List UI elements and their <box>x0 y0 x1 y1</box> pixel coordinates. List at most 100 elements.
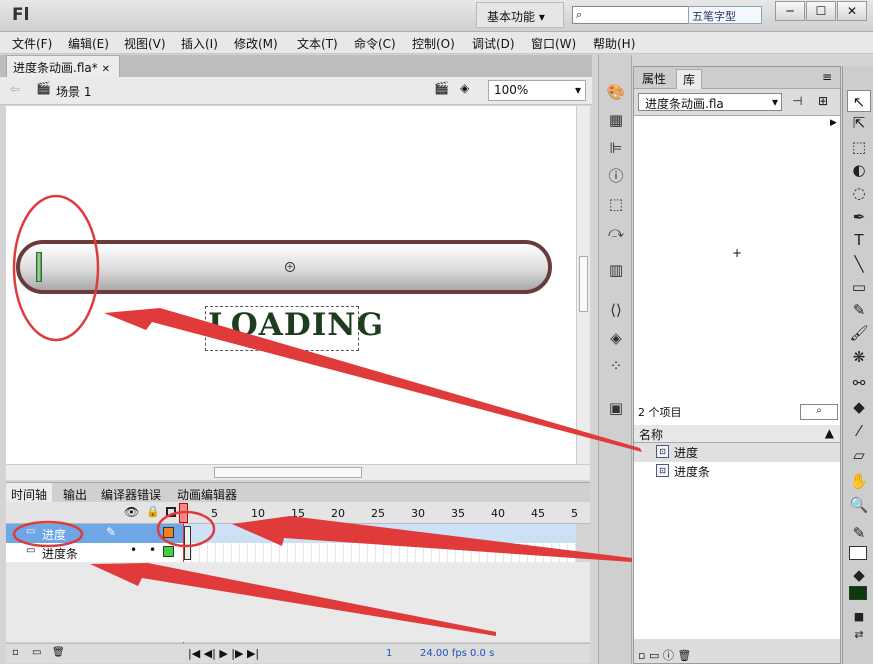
pen-tool-icon[interactable]: ✒ <box>847 206 871 228</box>
delete-icon[interactable]: 🗑 <box>52 647 65 658</box>
library-panel: 属性 库 ≡ 进度条动画.fla ▾ ⊣ ⊞ + ▶ 2 个项目 ⌕ 名称 ▲ ⊡ 进… <box>633 66 841 664</box>
lasso-tool-icon[interactable]: ◌ <box>847 182 871 204</box>
edit-scene-icon[interactable]: 🎬 <box>434 81 449 95</box>
components-icon[interactable]: ◈ <box>604 327 628 349</box>
deco-tool-icon[interactable]: ❋ <box>847 346 871 368</box>
history-icon[interactable]: ⤼ <box>604 221 628 243</box>
playback-controls[interactable]: |◀ ◀| ▶ |▶ ▶| <box>188 647 259 660</box>
layer-color-swatch[interactable] <box>163 546 174 557</box>
sort-icon[interactable]: ▲ <box>825 426 834 440</box>
keyframe[interactable] <box>184 526 191 560</box>
swap-colors-icon[interactable]: ⇄ <box>847 624 871 646</box>
loading-text: LOADING <box>208 307 385 343</box>
visible-dot-icon[interactable]: • <box>130 543 137 557</box>
frame-grid[interactable] <box>184 524 576 562</box>
play-icon[interactable]: ▶ <box>830 118 837 128</box>
rectangle-tool-icon[interactable]: ▭ <box>847 276 871 298</box>
tab-motion-editor[interactable]: 动画编辑器 <box>172 483 242 503</box>
edit-symbol-icon[interactable]: ◈ <box>460 81 469 95</box>
fill-color-icon[interactable]: ◆ <box>847 564 871 586</box>
library-footer-icons[interactable]: ▫ ▭ ⓘ 🗑 <box>638 647 691 663</box>
tab-library[interactable]: 库 <box>676 69 703 89</box>
zoom-select[interactable]: 100% ▾ <box>488 80 586 101</box>
tab-properties[interactable]: 属性 <box>636 69 672 89</box>
menu-commands[interactable]: 命令(C) <box>354 35 396 52</box>
workspace-dropdown[interactable]: 基本功能 ▾ <box>476 2 564 28</box>
layer-row-progress-bar[interactable]: ▭ 进度条 • • <box>6 543 184 562</box>
selection-tool-icon[interactable]: ↖ <box>847 90 871 112</box>
new-library-icon[interactable]: ⊞ <box>818 94 828 108</box>
maximize-button[interactable]: ☐ <box>806 1 836 21</box>
search-input[interactable]: ⌕ <box>572 6 690 24</box>
menu-text[interactable]: 文本(T) <box>297 35 338 52</box>
layer-row-progress[interactable]: ▭ 进度 ✎ <box>6 524 184 543</box>
menu-debug[interactable]: 调试(D) <box>472 35 515 52</box>
horizontal-scroll-thumb[interactable] <box>214 467 362 478</box>
menu-control[interactable]: 控制(O) <box>412 35 455 52</box>
lock-dot-icon[interactable]: • <box>149 543 156 557</box>
menu-edit[interactable]: 编辑(E) <box>68 35 109 52</box>
code-snippets-icon[interactable]: ⟨⟩ <box>604 299 628 321</box>
zoom-tool-icon[interactable]: 🔍 <box>847 494 871 516</box>
hand-tool-icon[interactable]: ✋ <box>847 470 871 492</box>
motion-presets-icon[interactable]: ⁘ <box>604 355 628 377</box>
free-transform-tool-icon[interactable]: ⬚ <box>847 136 871 158</box>
progress-bar-fill[interactable] <box>36 252 42 282</box>
text-tool-icon[interactable]: T <box>847 229 871 251</box>
ime-indicator[interactable]: 五笔字型 <box>688 6 762 24</box>
playhead-handle[interactable] <box>179 503 188 523</box>
brush-tool-icon[interactable]: 🖌 <box>847 322 871 344</box>
pencil-tool-icon[interactable]: ✎ <box>847 299 871 321</box>
panel-menu-icon[interactable]: ≡ <box>822 70 832 84</box>
outline-icon[interactable] <box>166 507 176 517</box>
transform-icon[interactable]: ⬚ <box>604 193 628 215</box>
line-tool-icon[interactable]: ╲ <box>847 253 871 275</box>
fill-swatch[interactable] <box>849 586 867 600</box>
library-file-select[interactable]: 进度条动画.fla ▾ <box>638 93 782 111</box>
color-icon[interactable]: 🎨 <box>604 81 628 103</box>
stroke-color-icon[interactable]: ✎ <box>847 522 871 544</box>
progress-bar-frame[interactable] <box>16 240 552 294</box>
scene-panel-icon[interactable]: ▣ <box>604 397 628 419</box>
menu-window[interactable]: 窗口(W) <box>531 35 576 52</box>
tab-output[interactable]: 输出 <box>58 483 92 503</box>
library-item[interactable]: ⊡ 进度 <box>634 443 840 462</box>
new-layer-icon[interactable]: ▫ <box>12 647 19 658</box>
close-tab-icon[interactable]: ✕ <box>102 64 110 75</box>
swatches-icon[interactable]: ▦ <box>604 109 628 131</box>
close-button[interactable]: ✕ <box>837 1 867 21</box>
lock-icon[interactable]: 🔒 <box>146 505 160 518</box>
back-arrow-icon[interactable]: ⇦ <box>10 82 20 96</box>
library-icon[interactable]: ▥ <box>604 259 628 281</box>
tab-timeline[interactable]: 时间轴 <box>6 483 53 503</box>
minimize-button[interactable]: ─ <box>775 1 805 21</box>
new-folder-icon[interactable]: ▭ <box>32 647 41 658</box>
subselection-tool-icon[interactable]: ⇱ <box>847 112 871 134</box>
info-icon[interactable]: ⓘ <box>604 165 628 187</box>
menu-help[interactable]: 帮助(H) <box>593 35 635 52</box>
menu-file[interactable]: 文件(F) <box>12 35 52 52</box>
pin-icon[interactable]: ⊣ <box>792 94 802 108</box>
selected-layer-frames[interactable] <box>184 524 576 543</box>
tab-compiler-errors[interactable]: 编译器错误 <box>96 483 166 503</box>
menu-insert[interactable]: 插入(I) <box>181 35 218 52</box>
align-icon[interactable]: ⊫ <box>604 137 628 159</box>
paint-bucket-tool-icon[interactable]: ◆ <box>847 396 871 418</box>
vertical-scrollbar[interactable] <box>576 106 590 464</box>
layer-color-swatch[interactable] <box>163 527 174 538</box>
library-column-header[interactable]: 名称 ▲ <box>634 425 840 443</box>
library-search[interactable]: ⌕ <box>800 404 838 420</box>
eye-icon[interactable]: 👁 <box>124 505 139 519</box>
menu-modify[interactable]: 修改(M) <box>234 35 278 52</box>
workspace-label: 基本功能 <box>487 10 536 24</box>
horizontal-scrollbar[interactable] <box>6 464 590 480</box>
bone-tool-icon[interactable]: ⚯ <box>847 372 871 394</box>
3d-rotation-tool-icon[interactable]: ◐ <box>847 159 871 181</box>
library-item[interactable]: ⊡ 进度条 <box>634 462 840 481</box>
eyedropper-tool-icon[interactable]: ⁄ <box>847 420 871 442</box>
eraser-tool-icon[interactable]: ▱ <box>847 444 871 466</box>
menu-view[interactable]: 视图(V) <box>124 35 166 52</box>
stroke-swatch[interactable] <box>849 546 867 560</box>
vertical-scroll-thumb[interactable] <box>579 256 588 312</box>
document-tab[interactable]: 进度条动画.fla* ✕ <box>6 55 120 77</box>
